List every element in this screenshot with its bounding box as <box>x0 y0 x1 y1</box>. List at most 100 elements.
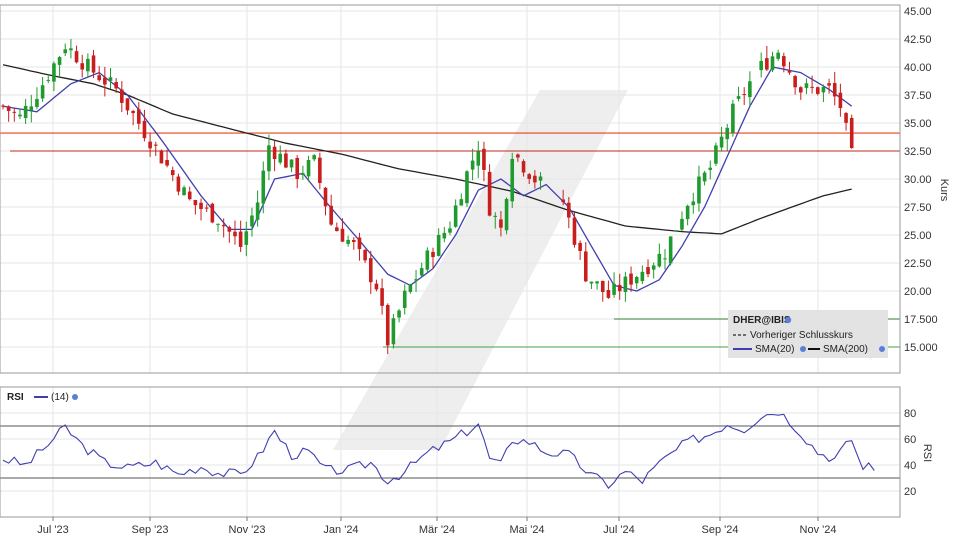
candle-body <box>736 96 741 99</box>
candle-body <box>685 205 690 220</box>
candle-body <box>153 144 158 146</box>
candle-body <box>23 105 28 119</box>
candle-body <box>436 234 441 256</box>
candle-body <box>97 75 101 81</box>
sma200-line <box>2 64 852 235</box>
candle-body <box>284 153 288 168</box>
candle-body <box>233 231 237 237</box>
candle-body <box>487 171 492 216</box>
candle-body <box>714 145 718 164</box>
x-tick-label: Jan '24 <box>323 524 358 536</box>
candle-body <box>612 283 616 295</box>
candle-body <box>719 136 724 148</box>
price-tick-label: 20.00 <box>904 286 932 298</box>
candle-body <box>798 87 803 93</box>
candle-body <box>402 290 407 309</box>
candle-body <box>510 158 515 202</box>
stock-chart: 15.000 17.500 20.00 22.50 25.00 27.50 30.00 32.… <box>0 0 960 540</box>
candle-body <box>470 160 475 170</box>
candle-body <box>629 273 633 285</box>
candle-body <box>810 86 814 88</box>
candle-body <box>165 160 169 166</box>
rsi-param: (14) <box>51 392 69 403</box>
candle-body <box>459 199 464 206</box>
candle-body <box>227 227 232 232</box>
candle-body <box>663 258 667 260</box>
price-tick-label: 40.00 <box>904 62 932 74</box>
watermark-slash <box>333 90 628 450</box>
candle-body <box>419 268 424 276</box>
candle-body <box>182 187 186 196</box>
candle-body <box>725 127 730 140</box>
candle-body <box>583 251 588 282</box>
legend-prev-close: Vorheriger Schlusskurs <box>750 330 853 341</box>
candle-body <box>442 232 447 239</box>
candle-body <box>849 117 854 149</box>
candle-body <box>782 56 786 67</box>
settings-icon[interactable] <box>800 346 806 352</box>
x-tick-label: Nov '24 <box>800 524 837 536</box>
rsi-label: RSI <box>7 392 24 403</box>
candle-body <box>91 55 96 73</box>
x-tick-label: Sep '24 <box>702 524 739 536</box>
price-tick-label: 37.50 <box>904 90 932 102</box>
price-tick-label: 45.00 <box>904 6 932 18</box>
candle-body <box>832 83 837 97</box>
candle-body <box>46 79 51 81</box>
candle-body <box>748 81 752 98</box>
candle-body <box>578 242 582 251</box>
candle-body <box>108 77 113 81</box>
candle-body <box>397 310 401 318</box>
candle-body <box>74 51 79 63</box>
chart-canvas: 15.000 17.500 20.00 22.50 25.00 27.50 30.00 32.… <box>0 4 950 536</box>
candle-body <box>278 153 283 163</box>
time-axis: Jul '23 Sep '23 Nov '23 Jan '24 Mär '24 Mai '… <box>37 517 836 536</box>
candle-body <box>425 250 430 270</box>
candle-body <box>776 52 780 59</box>
candle-body <box>742 94 747 96</box>
price-tick-label: 42.50 <box>904 34 932 46</box>
candle-body <box>238 231 243 247</box>
candle-body <box>335 227 339 232</box>
x-tick-label: Jul '23 <box>37 524 68 536</box>
price-axis: 15.000 17.500 20.00 22.50 25.00 27.50 30.00 32.… <box>904 6 938 498</box>
candle-body <box>499 219 503 228</box>
price-tick-label: 17.500 <box>904 314 938 326</box>
candle-body <box>374 283 379 290</box>
candle-body <box>453 205 458 227</box>
info-icon[interactable] <box>784 316 792 324</box>
candle-body <box>804 83 809 88</box>
candle-body <box>414 279 418 281</box>
candle-body <box>827 83 831 86</box>
candle-body <box>606 289 611 298</box>
price-tick-label: 35.00 <box>904 118 932 130</box>
candle-body <box>301 173 305 175</box>
info-icon[interactable] <box>72 394 78 400</box>
legend-symbol: DHER@IBIS <box>733 315 791 326</box>
x-tick-label: Nov '23 <box>229 524 266 536</box>
candle-body <box>125 98 130 111</box>
rsi-axis-title: RSI <box>921 444 933 462</box>
candle-body <box>595 281 599 284</box>
candle-body <box>63 49 68 54</box>
candle-body <box>29 106 34 111</box>
candle-body <box>340 228 345 242</box>
rsi-legend: RSI (14) <box>7 392 78 403</box>
candle-body <box>346 239 350 244</box>
candle-body <box>352 240 356 243</box>
candle-body <box>657 253 662 267</box>
candle-body <box>770 56 775 71</box>
candle-body <box>527 174 531 179</box>
candle-body <box>329 205 333 225</box>
candle-body <box>380 288 384 306</box>
candle-body <box>323 187 328 207</box>
candle-body <box>40 85 45 99</box>
candle-body <box>572 217 577 245</box>
candle-body <box>493 215 498 217</box>
settings-icon[interactable] <box>879 346 885 352</box>
candle-body <box>476 151 481 166</box>
candle-body <box>142 120 147 139</box>
candle-body <box>533 175 537 183</box>
candle-body <box>289 159 294 168</box>
candle-body <box>731 103 735 133</box>
